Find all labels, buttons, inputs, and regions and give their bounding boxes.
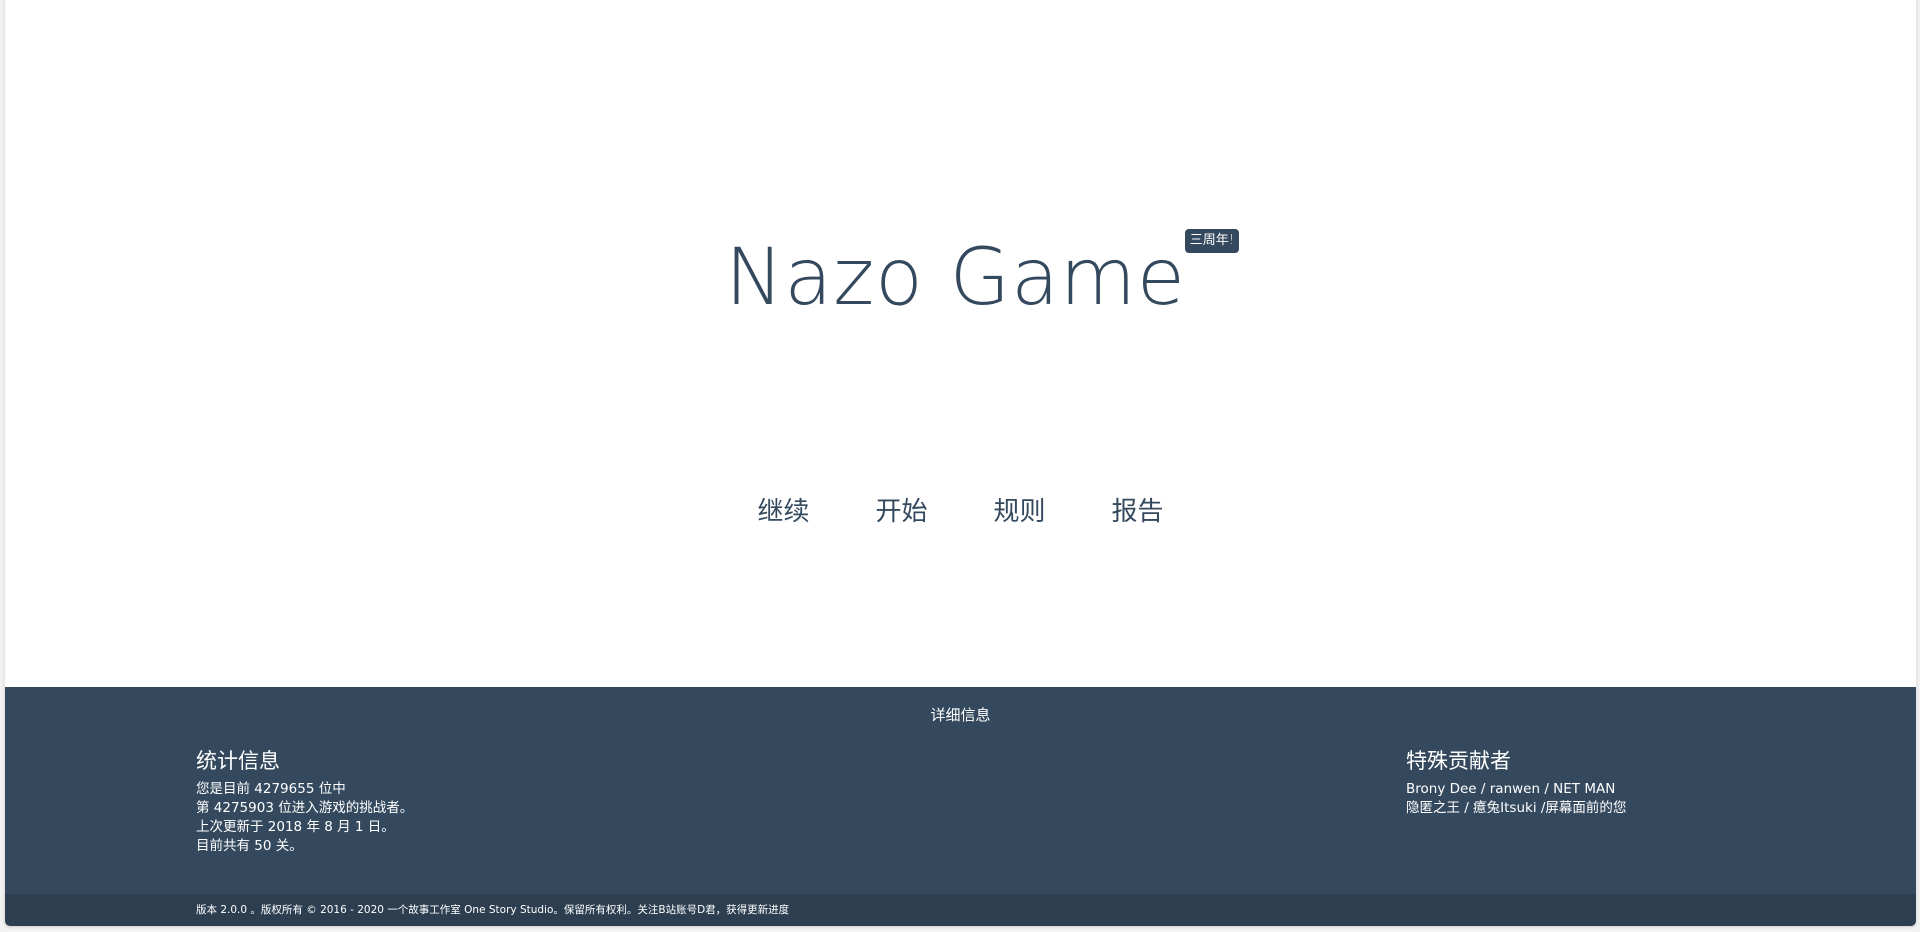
stats-line: 您是目前 4279655 位中 xyxy=(196,781,346,797)
contributors-line: 隐匿之王 / 癔兔Itsuki /屏幕面前的您 xyxy=(1406,800,1627,816)
contributors-title: 特殊贡献者 xyxy=(1406,749,1511,773)
main-nav: 继续 开始 规则 报告 xyxy=(5,492,1916,532)
anniversary-badge: 三周年! xyxy=(1184,229,1239,253)
copyright-text: 版本 2.0.0 。版权所有 © 2016 - 2020 一个故事工作室 One… xyxy=(196,904,790,916)
stats-line: 上次更新于 2018 年 8 月 1 日。 xyxy=(196,819,395,835)
game-title: Nazo Game 三周年! xyxy=(725,228,1239,328)
title-wrap: Nazo Game 三周年! xyxy=(5,228,1916,328)
stats-section: 统计信息 您是目前 4279655 位中 第 4275903 位进入游戏的挑战者… xyxy=(196,747,413,856)
game-title-text: Nazo Game xyxy=(725,233,1186,323)
page-frame: Nazo Game 三周年! 继续 开始 规则 报告 详细信息 统计信息 您是目… xyxy=(4,0,1917,927)
hero-section: Nazo Game 三周年! 继续 开始 规则 报告 xyxy=(5,0,1916,687)
contributors-section: 特殊贡献者 Brony Dee / ranwen / NET MAN 隐匿之王 … xyxy=(1406,747,1626,818)
stats-title: 统计信息 xyxy=(196,749,280,773)
start-link[interactable]: 开始 xyxy=(875,492,927,532)
continue-link[interactable]: 继续 xyxy=(757,492,809,532)
rules-link[interactable]: 规则 xyxy=(994,492,1046,532)
report-link[interactable]: 报告 xyxy=(1112,492,1164,532)
copyright-bar: 版本 2.0.0 。版权所有 © 2016 - 2020 一个故事工作室 One… xyxy=(5,894,1916,926)
stats-line: 目前共有 50 关。 xyxy=(196,838,303,854)
stats-line: 第 4275903 位进入游戏的挑战者。 xyxy=(196,800,414,816)
contributors-line: Brony Dee / ranwen / NET MAN xyxy=(1406,781,1616,797)
details-toggle[interactable]: 详细信息 xyxy=(5,705,1916,725)
footer: 详细信息 统计信息 您是目前 4279655 位中 第 4275903 位进入游… xyxy=(5,687,1916,894)
